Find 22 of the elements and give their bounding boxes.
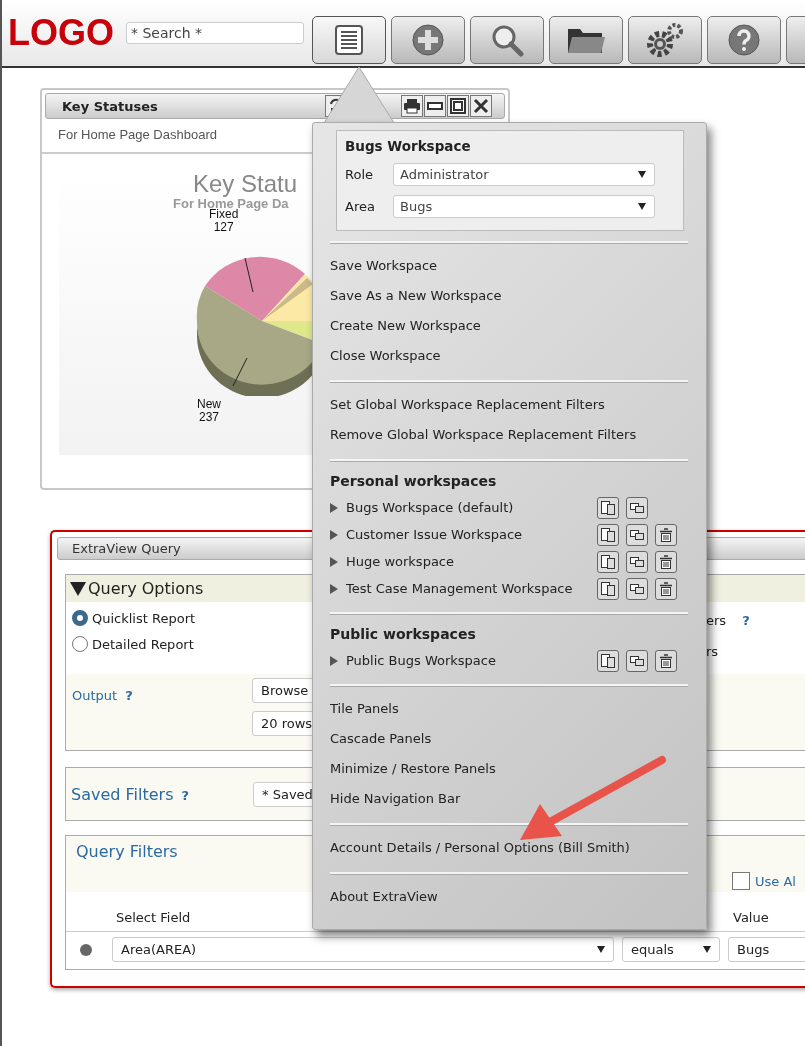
column-header: Value xyxy=(733,910,769,925)
workspace-title: Bugs Workspace xyxy=(345,138,472,154)
slice-label: New xyxy=(197,398,221,411)
saved-filters-label: Saved Filters xyxy=(71,784,174,804)
menu-heading: Personal workspaces xyxy=(330,472,498,491)
output-label: Output xyxy=(72,688,118,703)
role-label: Role xyxy=(345,167,374,182)
section-title: Query Options xyxy=(88,579,204,598)
panel-title: ExtraView Query xyxy=(72,541,181,556)
option-label: rs xyxy=(706,644,719,659)
column-header: Select Field xyxy=(116,910,192,925)
logo: LOGO xyxy=(8,12,114,54)
option-label: ers xyxy=(706,613,727,628)
slice-value: 127 xyxy=(213,221,234,234)
slice-value: 237 xyxy=(199,411,219,424)
checkbox-label: Use Al xyxy=(755,873,796,889)
menu-heading: Public workspaces xyxy=(330,625,477,644)
panel-title: Key Statuses xyxy=(62,98,158,114)
area-label: Area xyxy=(345,199,376,214)
slice-label: Fixed xyxy=(209,208,239,221)
chart-title: Key Statu xyxy=(193,170,298,198)
query-filters-title: Query Filters xyxy=(76,842,178,863)
